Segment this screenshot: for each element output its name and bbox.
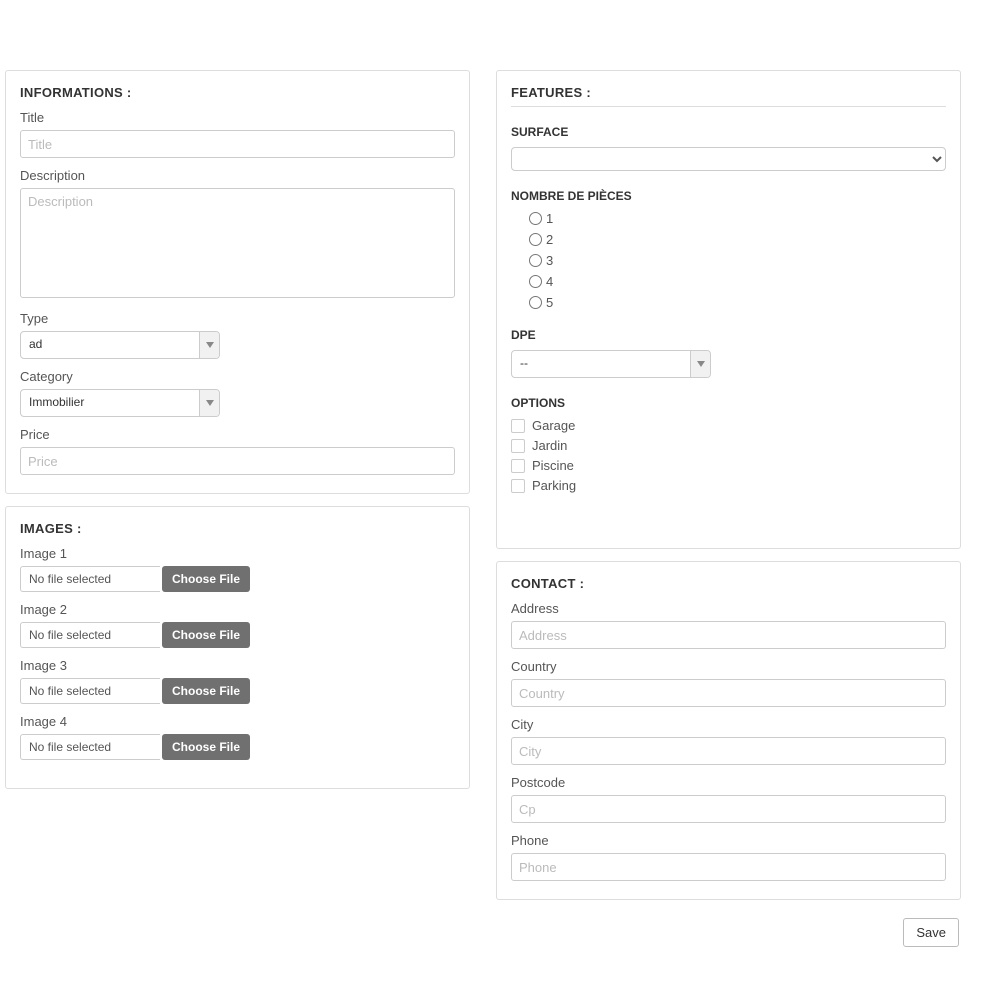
panel-informations: Informations : Title Description Type ad… xyxy=(5,70,470,494)
rooms-option-label: 3 xyxy=(546,253,553,268)
panel-contact: Contact : Address Country City Postcode … xyxy=(496,561,961,900)
rooms-option[interactable]: 1 xyxy=(529,211,946,226)
category-label: Category xyxy=(20,369,455,384)
address-input[interactable] xyxy=(511,621,946,649)
rooms-option-label: 2 xyxy=(546,232,553,247)
file-selected-text: No file selected xyxy=(20,622,160,648)
description-input[interactable] xyxy=(20,188,455,298)
surface-select[interactable] xyxy=(511,147,946,171)
phone-input[interactable] xyxy=(511,853,946,881)
dpe-select-value: -- xyxy=(512,351,690,377)
rooms-option[interactable]: 3 xyxy=(529,253,946,268)
chevron-down-icon xyxy=(690,351,710,377)
price-input[interactable] xyxy=(20,447,455,475)
option-row: Garage xyxy=(511,418,946,433)
chevron-down-icon xyxy=(199,332,219,358)
option-checkbox[interactable] xyxy=(511,459,525,473)
type-select-value: ad xyxy=(21,332,199,358)
panel-features: Features : Surface Nombre de pièces 1 2 3 4… xyxy=(496,70,961,549)
option-checkbox[interactable] xyxy=(511,479,525,493)
option-label: Parking xyxy=(532,478,576,493)
choose-file-button[interactable]: Choose File xyxy=(162,566,250,592)
file-selected-text: No file selected xyxy=(20,678,160,704)
rooms-option[interactable]: 5 xyxy=(529,295,946,310)
description-label: Description xyxy=(20,168,455,183)
choose-file-button[interactable]: Choose File xyxy=(162,678,250,704)
category-select[interactable]: Immobilier xyxy=(20,389,220,417)
type-select[interactable]: ad xyxy=(20,331,220,359)
rooms-option[interactable]: 4 xyxy=(529,274,946,289)
rooms-radio[interactable] xyxy=(529,212,542,225)
option-checkbox[interactable] xyxy=(511,439,525,453)
image-label: Image 3 xyxy=(20,658,455,673)
postcode-input[interactable] xyxy=(511,795,946,823)
dpe-label: DPE xyxy=(511,328,946,342)
rooms-radio[interactable] xyxy=(529,296,542,309)
option-row: Jardin xyxy=(511,438,946,453)
city-label: City xyxy=(511,717,946,732)
image-label: Image 4 xyxy=(20,714,455,729)
informations-heading: Informations : xyxy=(20,85,455,100)
title-label: Title xyxy=(20,110,455,125)
country-input[interactable] xyxy=(511,679,946,707)
rooms-radio[interactable] xyxy=(529,275,542,288)
price-label: Price xyxy=(20,427,455,442)
option-row: Parking xyxy=(511,478,946,493)
title-input[interactable] xyxy=(20,130,455,158)
file-selected-text: No file selected xyxy=(20,566,160,592)
rooms-radio[interactable] xyxy=(529,233,542,246)
option-row: Piscine xyxy=(511,458,946,473)
rooms-option[interactable]: 2 xyxy=(529,232,946,247)
option-label: Garage xyxy=(532,418,575,433)
image-label: Image 2 xyxy=(20,602,455,617)
contact-heading: Contact : xyxy=(511,576,946,591)
choose-file-button[interactable]: Choose File xyxy=(162,622,250,648)
rooms-label: Nombre de pièces xyxy=(511,189,946,203)
save-button[interactable]: Save xyxy=(903,918,959,947)
features-heading: Features : xyxy=(511,85,946,100)
dpe-select[interactable]: -- xyxy=(511,350,711,378)
option-label: Piscine xyxy=(532,458,574,473)
surface-label: Surface xyxy=(511,125,946,139)
rooms-option-label: 5 xyxy=(546,295,553,310)
chevron-down-icon xyxy=(199,390,219,416)
phone-label: Phone xyxy=(511,833,946,848)
options-label: Options xyxy=(511,396,946,410)
images-heading: Images : xyxy=(20,521,455,536)
type-label: Type xyxy=(20,311,455,326)
address-label: Address xyxy=(511,601,946,616)
city-input[interactable] xyxy=(511,737,946,765)
rooms-option-label: 1 xyxy=(546,211,553,226)
choose-file-button[interactable]: Choose File xyxy=(162,734,250,760)
panel-images: Images : Image 1No file selectedChoose F… xyxy=(5,506,470,789)
category-select-value: Immobilier xyxy=(21,390,199,416)
postcode-label: Postcode xyxy=(511,775,946,790)
rooms-option-label: 4 xyxy=(546,274,553,289)
option-label: Jardin xyxy=(532,438,567,453)
country-label: Country xyxy=(511,659,946,674)
rooms-radio[interactable] xyxy=(529,254,542,267)
file-selected-text: No file selected xyxy=(20,734,160,760)
image-label: Image 1 xyxy=(20,546,455,561)
divider xyxy=(511,106,946,107)
option-checkbox[interactable] xyxy=(511,419,525,433)
